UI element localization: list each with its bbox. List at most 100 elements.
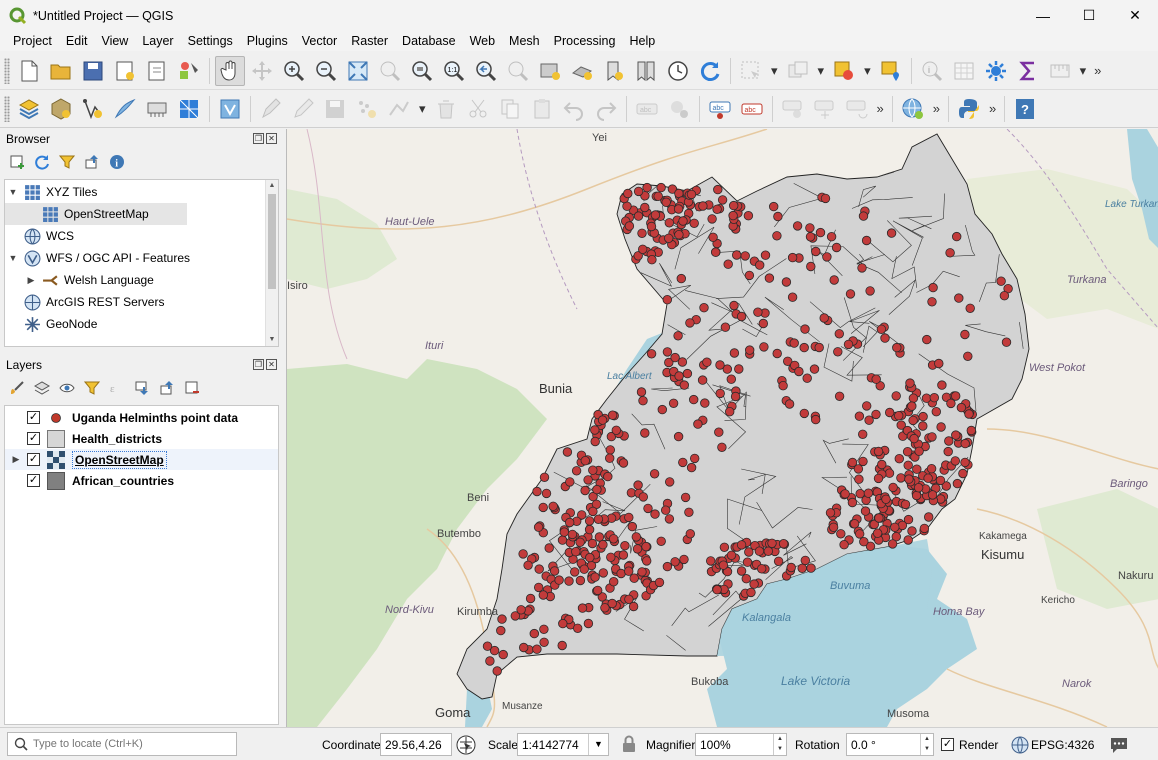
rotation-spinbox[interactable]: 0.0 ° ▲ ▼: [846, 733, 934, 756]
dropdown-arrow-icon[interactable]: ▼: [588, 734, 608, 755]
edit-pencil-button[interactable]: [256, 94, 286, 124]
menu-database[interactable]: Database: [395, 34, 463, 48]
style-manager-button[interactable]: [174, 56, 204, 86]
add-feature-button[interactable]: [352, 94, 382, 124]
vertex-dropdown-chevron-icon[interactable]: ▾: [419, 101, 426, 117]
data-source-manager-button[interactable]: [14, 94, 44, 124]
menu-layer[interactable]: Layer: [135, 34, 180, 48]
lock-scale-icon[interactable]: [621, 735, 637, 753]
remove-layer-button[interactable]: [183, 379, 201, 397]
layer-row-african-countries[interactable]: ✓ African_countries: [5, 470, 278, 491]
deselect-features-button[interactable]: [783, 56, 813, 86]
toolbar-grip[interactable]: [4, 57, 10, 84]
digitizing-button[interactable]: [78, 94, 108, 124]
attribute-table-button[interactable]: [949, 56, 979, 86]
browser-refresh-button[interactable]: [33, 153, 51, 171]
style-layer-button[interactable]: [8, 379, 26, 397]
browser-item-wcs[interactable]: WCS: [19, 225, 74, 247]
layout-manager-button[interactable]: [142, 56, 172, 86]
pin-labels-button[interactable]: [664, 94, 694, 124]
menu-view[interactable]: View: [94, 34, 135, 48]
layer-row-uganda-helminths[interactable]: ✓ Uganda Helminths point data: [5, 407, 278, 428]
scrollbar-thumb[interactable]: [268, 194, 276, 289]
zoom-last-button[interactable]: [471, 56, 501, 86]
move-label-button[interactable]: [810, 94, 840, 124]
map-canvas[interactable]: Yei Haut-Uele Ituri Bunia Lac Albert Beni Bute…: [286, 129, 1158, 727]
deselect-dropdown-chevron-icon[interactable]: ▾: [818, 63, 825, 79]
messages-icon[interactable]: [1109, 735, 1129, 755]
help-button[interactable]: ?: [1010, 94, 1040, 124]
filter-legend-button[interactable]: [83, 379, 101, 397]
locator-input[interactable]: [33, 738, 223, 750]
copy-features-button[interactable]: [495, 94, 525, 124]
menu-help[interactable]: Help: [622, 34, 662, 48]
select-dropdown-chevron-icon[interactable]: ▾: [771, 63, 778, 79]
toggle-editing-button[interactable]: [215, 94, 245, 124]
menu-processing[interactable]: Processing: [547, 34, 623, 48]
zoom-full-button[interactable]: [343, 56, 373, 86]
save-project-button[interactable]: [78, 56, 108, 86]
spin-arrows-icon[interactable]: ▲ ▼: [773, 734, 786, 755]
web-overflow-button[interactable]: »: [933, 101, 940, 116]
label-abc-button[interactable]: abc: [737, 94, 767, 124]
zoom-to-layer-button[interactable]: [407, 56, 437, 86]
new-mesh-button[interactable]: [174, 94, 204, 124]
pan-map-button[interactable]: [215, 55, 245, 86]
label-tool-button[interactable]: abc: [632, 94, 662, 124]
save-edits-button[interactable]: [320, 94, 350, 124]
locator-bar[interactable]: [7, 732, 237, 756]
menu-mesh[interactable]: Mesh: [502, 34, 547, 48]
layer-visibility-checkbox[interactable]: ✓: [27, 453, 40, 466]
layers-close-button[interactable]: ✕: [266, 359, 277, 370]
open-project-button[interactable]: [46, 56, 76, 86]
redo-button[interactable]: [591, 94, 621, 124]
edit-pencil-2-button[interactable]: [288, 94, 318, 124]
expand-arrow-icon[interactable]: ▶: [25, 275, 37, 286]
browser-close-button[interactable]: ✕: [266, 133, 277, 144]
scroll-down-icon[interactable]: ▼: [266, 334, 278, 346]
measure-button[interactable]: [1045, 56, 1075, 86]
collapse-all-button[interactable]: [158, 379, 176, 397]
expand-arrow-icon[interactable]: ▶: [5, 454, 27, 465]
vertex-tool-button[interactable]: [384, 94, 414, 124]
zoom-to-selection-button[interactable]: [375, 56, 405, 86]
layers-float-button[interactable]: ❐: [253, 359, 264, 370]
toolbar1-overflow-button[interactable]: »: [1094, 63, 1101, 78]
new-3d-map-button[interactable]: [567, 56, 597, 86]
new-bookmark-button[interactable]: [599, 56, 629, 86]
new-virtual-layer-button[interactable]: [142, 94, 172, 124]
pan-to-selection-button[interactable]: [247, 56, 277, 86]
layers-tree[interactable]: ✓ Uganda Helminths point data ✓ Health_d…: [4, 405, 279, 725]
browser-scrollbar[interactable]: ▲ ▼: [265, 180, 278, 346]
layer-row-health-districts[interactable]: ✓ Health_districts: [5, 428, 278, 449]
filter-expression-button[interactable]: ε: [108, 379, 126, 397]
maximize-button[interactable]: ☐: [1066, 0, 1112, 31]
browser-item-xyz-tiles[interactable]: ▼ XYZ Tiles: [7, 181, 97, 203]
toggle-extents-mouse-icon[interactable]: [455, 734, 477, 756]
scale-combobox[interactable]: 1:4142774 ▼: [517, 733, 609, 756]
zoom-out-button[interactable]: [311, 56, 341, 86]
magnifier-spinbox[interactable]: 100% ▲ ▼: [695, 733, 787, 756]
menu-settings[interactable]: Settings: [181, 34, 240, 48]
identify-button[interactable]: i: [917, 56, 947, 86]
measure-dropdown-chevron-icon[interactable]: ▾: [1080, 63, 1087, 79]
temporal-controller-button[interactable]: [663, 56, 693, 86]
collapse-arrow-icon[interactable]: ▼: [7, 253, 19, 263]
browser-item-geonode[interactable]: GeoNode: [19, 313, 97, 335]
delete-selected-button[interactable]: [431, 94, 461, 124]
menu-project[interactable]: Project: [6, 34, 59, 48]
paste-features-button[interactable]: [527, 94, 557, 124]
menu-raster[interactable]: Raster: [344, 34, 395, 48]
plugins-overflow-button[interactable]: »: [989, 101, 996, 116]
select-by-location-button[interactable]: [876, 56, 906, 86]
browser-filter-button[interactable]: [58, 153, 76, 171]
rotate-label-button[interactable]: [842, 94, 872, 124]
label-overflow-button[interactable]: »: [877, 101, 884, 116]
minimize-button[interactable]: —: [1020, 0, 1066, 31]
browser-properties-button[interactable]: i: [108, 153, 126, 171]
browser-float-button[interactable]: ❐: [253, 133, 264, 144]
metasearch-button[interactable]: [898, 94, 928, 124]
deselect-all-button[interactable]: [829, 56, 859, 86]
crs-globe-icon[interactable]: [1011, 736, 1029, 754]
browser-item-arcgis[interactable]: ArcGIS REST Servers: [19, 291, 164, 313]
